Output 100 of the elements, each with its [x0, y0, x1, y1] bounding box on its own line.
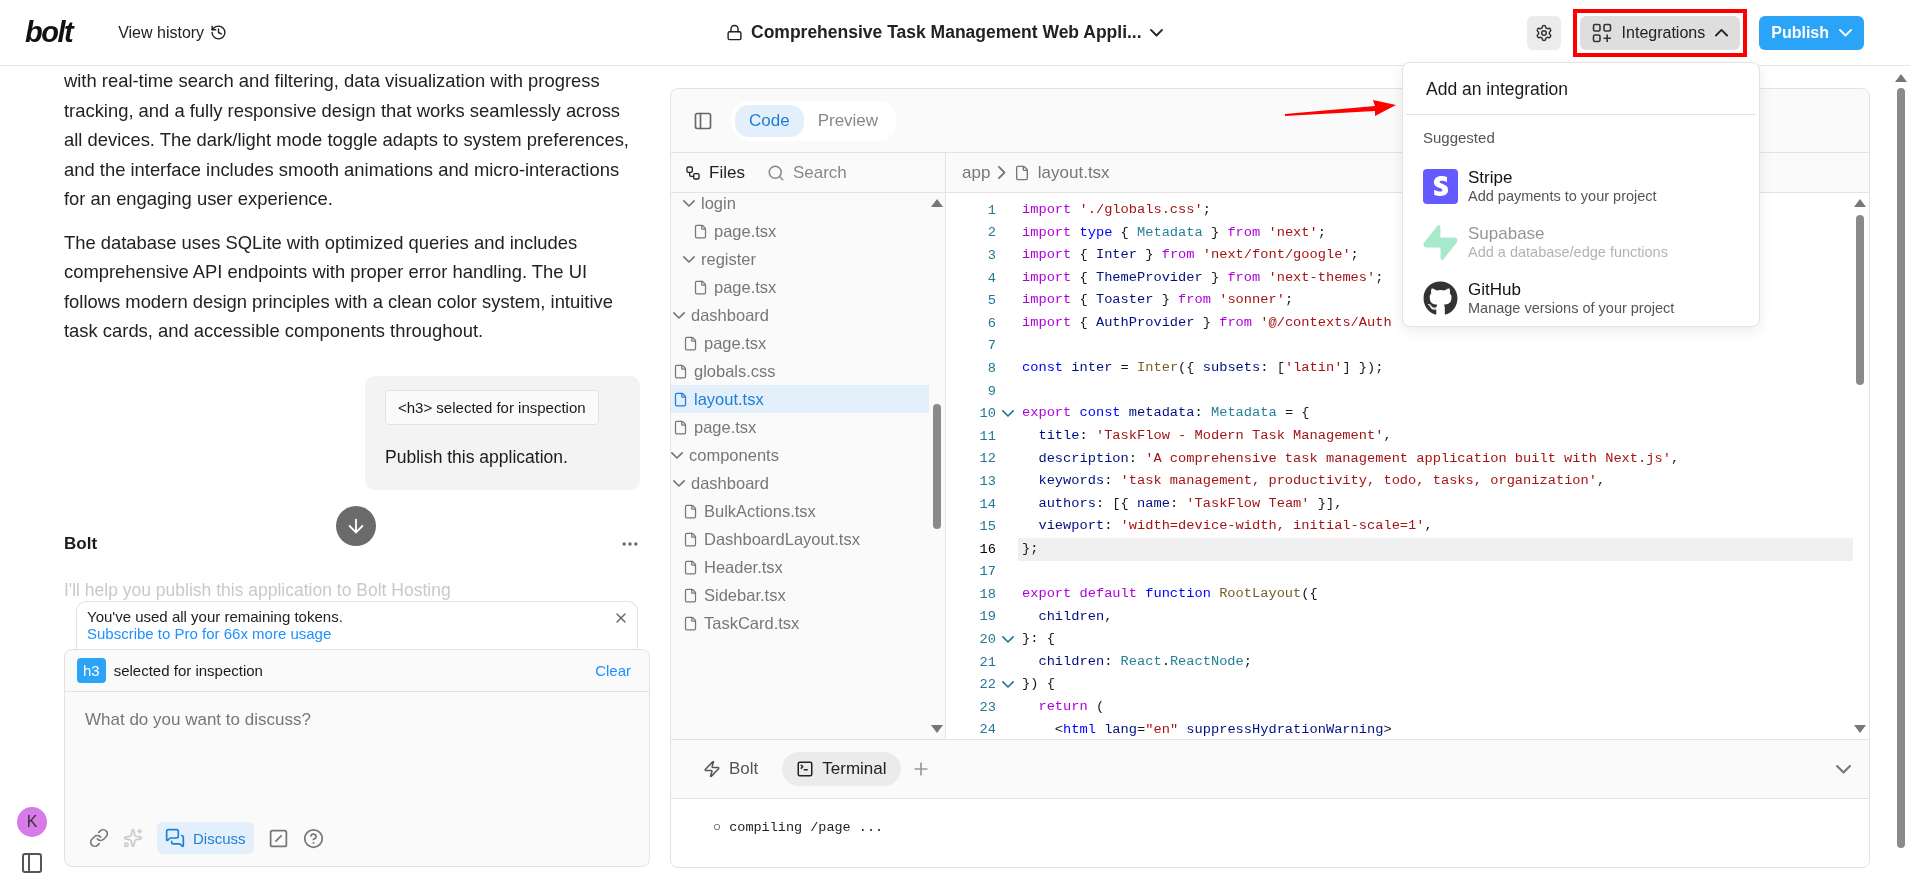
code-line: <html lang="en" suppressHydrationWarning> [1053, 720, 1392, 739]
view-tab[interactable]: Code [735, 104, 804, 137]
view-history-button[interactable]: View history [112, 19, 234, 46]
project-title-button[interactable]: Comprehensive Task Management Web Appli... [720, 18, 1169, 47]
bolt-logo[interactable]: bolt [25, 16, 73, 49]
line-number: 11 [978, 428, 996, 444]
settings-button[interactable] [1526, 15, 1561, 50]
integration-name: Supabase [1468, 224, 1546, 244]
subscribe-link[interactable]: Subscribe to Pro for 66x more usage [87, 625, 332, 642]
search-icon [766, 163, 785, 182]
file-row[interactable]: page.tsx [671, 273, 929, 301]
code-line: export default function RootLayout({ [1021, 585, 1318, 604]
file-row[interactable]: page.tsx [671, 413, 929, 441]
file-row[interactable]: BulkActions.tsx [671, 497, 929, 525]
integration-item[interactable]: Stripe Add payments to your project [1403, 158, 1759, 214]
folder-row[interactable]: login [671, 193, 929, 217]
code-line: authors: [{ name: 'TaskFlow Team' }], [1037, 494, 1343, 513]
integration-name: Stripe [1468, 168, 1514, 188]
folder-row[interactable]: dashboard [671, 469, 929, 497]
terminal-icon [796, 760, 815, 778]
octocat-logo-icon [1423, 280, 1458, 316]
scroll-down-icon[interactable] [1854, 725, 1866, 733]
chevron-down-icon [683, 199, 695, 207]
line-number: 12 [978, 451, 996, 467]
file-row[interactable]: Header.tsx [671, 553, 929, 581]
folder-row[interactable]: register [671, 245, 929, 273]
terminal-output: ○ compiling /page ... [713, 820, 884, 835]
help-icon[interactable] [302, 827, 324, 849]
chevron-down-icon [1839, 28, 1852, 37]
sidebar-toggle-icon[interactable] [693, 110, 713, 131]
slash-command-icon[interactable] [267, 827, 289, 849]
scrollbar-thumb[interactable] [1897, 88, 1905, 848]
line-number: 8 [986, 360, 996, 376]
user-message-text: Publish this application. [385, 446, 569, 468]
stripe-logo-icon [1423, 168, 1458, 204]
section-label: Suggested [1422, 128, 1496, 148]
scroll-up-icon[interactable] [1854, 199, 1866, 207]
lightning-icon [703, 760, 721, 778]
message-paragraph: The database uses SQLite with optimized queries and includes comprehensive API endpoints with proper error handling. The UI follows modern design principles with a clean color system, intuitive task cards, and accessible components throughout. [64, 230, 614, 343]
breadcrumb-folder[interactable]: app [962, 162, 991, 183]
integrations-button[interactable]: Integrations [1579, 15, 1741, 50]
integration-item[interactable]: GitHub Manage versions of your project [1403, 270, 1759, 326]
line-number: 16 [978, 541, 996, 557]
code-line: const inter = Inter({ subsets: ['latin'] }); [1021, 359, 1384, 378]
code-line: keywords: 'task management, productivity, todo, tasks, organization', [1037, 472, 1606, 491]
code-line: description: 'A comprehensive task management application built with Next.js', [1037, 449, 1680, 468]
integration-description: Add a database/edge functions [1468, 244, 1668, 260]
view-tab[interactable]: Preview [803, 104, 893, 137]
code-line: children, [1037, 607, 1113, 626]
line-number: 2 [986, 225, 996, 241]
file-icon [683, 531, 698, 547]
clear-button[interactable]: Clear [589, 661, 637, 680]
code-line: import type { Metadata } from 'next'; [1021, 223, 1326, 242]
scrollbar-thumb[interactable] [933, 403, 941, 529]
user-avatar[interactable]: K [17, 807, 47, 837]
chevron-right-icon [998, 166, 1006, 179]
publish-button[interactable]: Publish [1759, 15, 1864, 50]
file-row[interactable]: TaskCard.tsx [671, 609, 929, 637]
fold-chevron-icon [1002, 681, 1014, 689]
line-number: 5 [986, 293, 996, 309]
fold-chevron-icon [1002, 636, 1014, 643]
file-row[interactable]: Sidebar.tsx [671, 581, 929, 609]
line-number: 18 [978, 586, 996, 602]
chat-composer[interactable]: h3 selected for inspection Clear What do you want to discuss? Discuss [64, 649, 650, 867]
code-line: export const metadata: Metadata = { [1021, 404, 1310, 423]
file-row[interactable]: page.tsx [671, 217, 929, 245]
integration-name: GitHub [1468, 280, 1522, 300]
element-tag: h3 [77, 658, 106, 683]
menu-title: Add an integration [1406, 63, 1756, 115]
inspection-label: selected for inspection [113, 662, 263, 679]
chevron-down-icon [673, 311, 685, 319]
line-number: 23 [978, 699, 996, 715]
file-row[interactable]: layout.tsx [671, 385, 929, 413]
file-row[interactable]: globals.css [671, 357, 929, 385]
line-number: 24 [978, 722, 996, 738]
file-icon [683, 559, 698, 575]
panel-tab[interactable]: Bolt [689, 752, 773, 786]
file-row[interactable]: DashboardLayout.tsx [671, 525, 929, 553]
line-number: 17 [978, 564, 996, 580]
inspection-chip: <h3> selected for inspection [385, 389, 599, 425]
scrollbar-thumb[interactable] [1856, 215, 1864, 385]
folder-row[interactable]: components [671, 441, 929, 469]
breadcrumb-file[interactable]: layout.tsx [1037, 162, 1110, 183]
message-paragraph: with real-time search and filtering, data visualization with progress tracking, and a fully responsive design that works seamlessly across all devices. The dark/light mode toggle adapts to system preferences, and the interface includes smooth animations and micro-interactions for an engaging user experience. [64, 69, 630, 211]
search-tab[interactable]: Search [766, 162, 847, 183]
fold-chevron-icon [1002, 410, 1014, 418]
line-number: 21 [978, 654, 996, 670]
folder-row[interactable]: dashboard [671, 301, 929, 329]
panel-tab[interactable]: Terminal [782, 752, 901, 786]
link-icon[interactable] [89, 828, 109, 848]
file-row[interactable]: page.tsx [671, 329, 929, 357]
files-tab[interactable]: Files [685, 162, 745, 183]
discuss-button[interactable]: Discuss [157, 822, 254, 854]
scroll-down-button[interactable] [336, 506, 376, 546]
integration-description: Manage versions of your project [1468, 300, 1675, 316]
file-tree-icon [685, 164, 701, 181]
code-line: children: React.ReactNode; [1037, 652, 1253, 671]
code-line: import { ThemeProvider } from 'next-themes'; [1021, 268, 1384, 287]
sidebar-toggle-icon[interactable] [20, 851, 44, 875]
chevron-down-icon [1149, 28, 1163, 37]
